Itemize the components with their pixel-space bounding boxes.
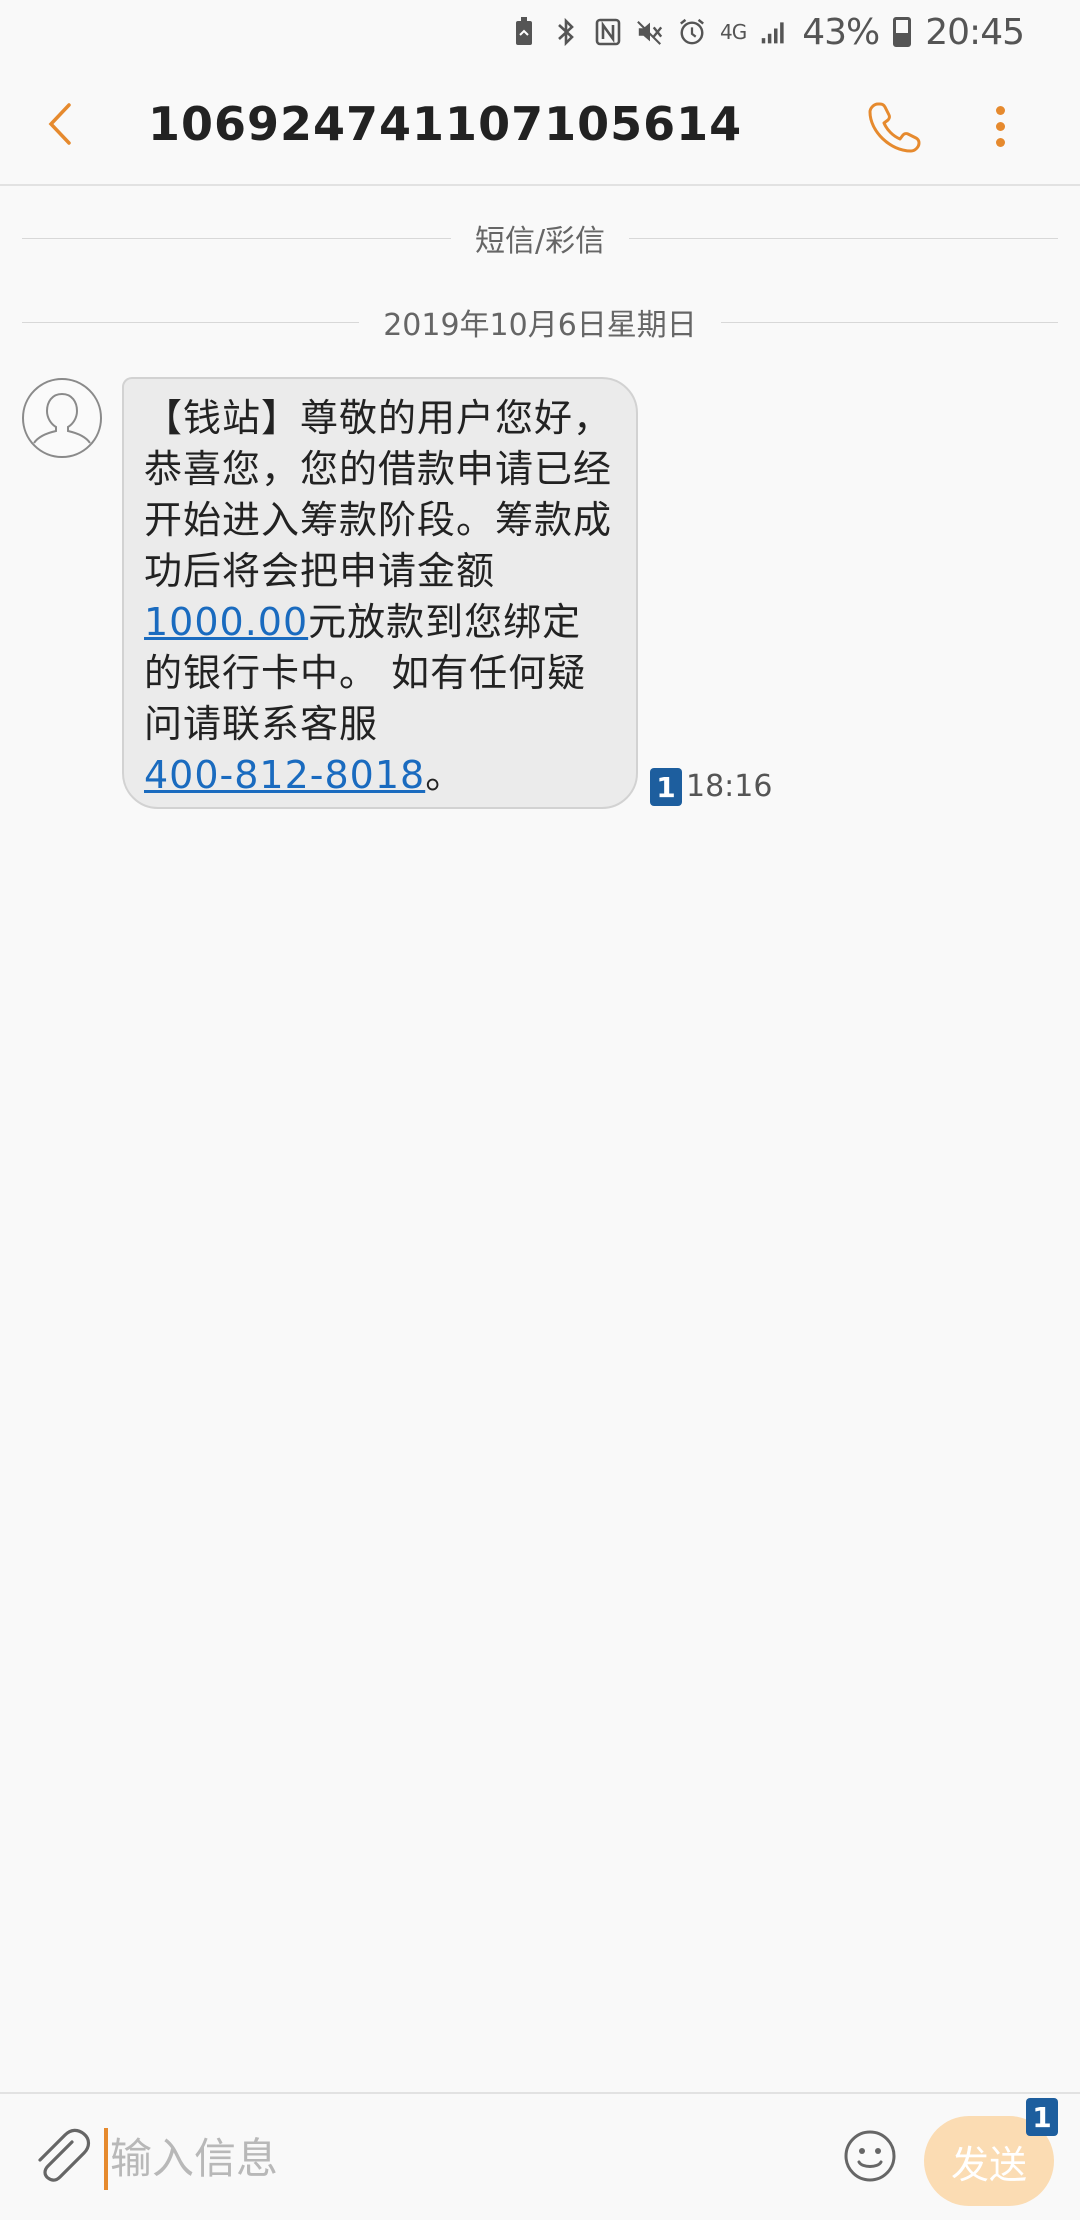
signal-icon [760, 17, 788, 47]
back-icon [48, 103, 71, 145]
message-input[interactable] [110, 2120, 810, 2196]
alarm-icon [678, 17, 706, 47]
attach-button[interactable] [28, 2124, 92, 2188]
date-divider: 2019年10月6日星期日 [22, 300, 1059, 344]
attach-icon [38, 2128, 91, 2182]
page-title: 106924741107105614 [148, 97, 743, 151]
nfc-icon [594, 17, 622, 47]
more-icon [995, 105, 1005, 115]
call-button[interactable] [860, 94, 930, 158]
amount-link[interactable]: 1000.00 [144, 600, 308, 644]
bluetooth-icon [552, 17, 580, 47]
avatar[interactable] [22, 378, 102, 458]
status-bar: 4G 43% 20:45 [0, 0, 1080, 64]
composer-bar: 发送 [0, 2092, 1080, 2220]
phone-icon [868, 102, 921, 153]
message-text: 【钱站】尊敬的用户您好，恭喜您，您的借款申请已经开始进入筹款阶段。筹款成功后将会… [144, 396, 613, 593]
back-button[interactable] [0, 63, 120, 185]
emoji-button[interactable] [842, 2128, 898, 2184]
status-time: 20:45 [925, 11, 1025, 53]
battery-icon [893, 17, 912, 47]
battery-percent: 43% [802, 11, 880, 53]
channel-divider: 短信/彩信 [22, 216, 1059, 260]
sim-badge: 1 [650, 768, 682, 806]
phone-link[interactable]: 400-812-8018 [144, 753, 425, 797]
channel-label: 短信/彩信 [474, 224, 606, 259]
mute-icon [636, 17, 664, 47]
contact-avatar-icon [33, 393, 91, 444]
date-label: 2019年10月6日星期日 [383, 308, 697, 343]
message-bubble[interactable]: 【钱站】尊敬的用户您好，恭喜您，您的借款申请已经开始进入筹款阶段。筹款成功后将会… [122, 377, 638, 809]
battery-saver-icon [510, 17, 538, 47]
message-time: 18:16 [686, 769, 773, 804]
app-bar: 106924741107105614 [0, 64, 1080, 186]
send-sim-badge: 1 [1026, 2098, 1058, 2136]
emoji-icon [844, 2130, 896, 2182]
network-type: 4G [720, 20, 747, 44]
text-cursor [104, 2128, 108, 2190]
more-options-button[interactable] [970, 94, 1030, 158]
message-text-end: 。 [425, 753, 465, 797]
